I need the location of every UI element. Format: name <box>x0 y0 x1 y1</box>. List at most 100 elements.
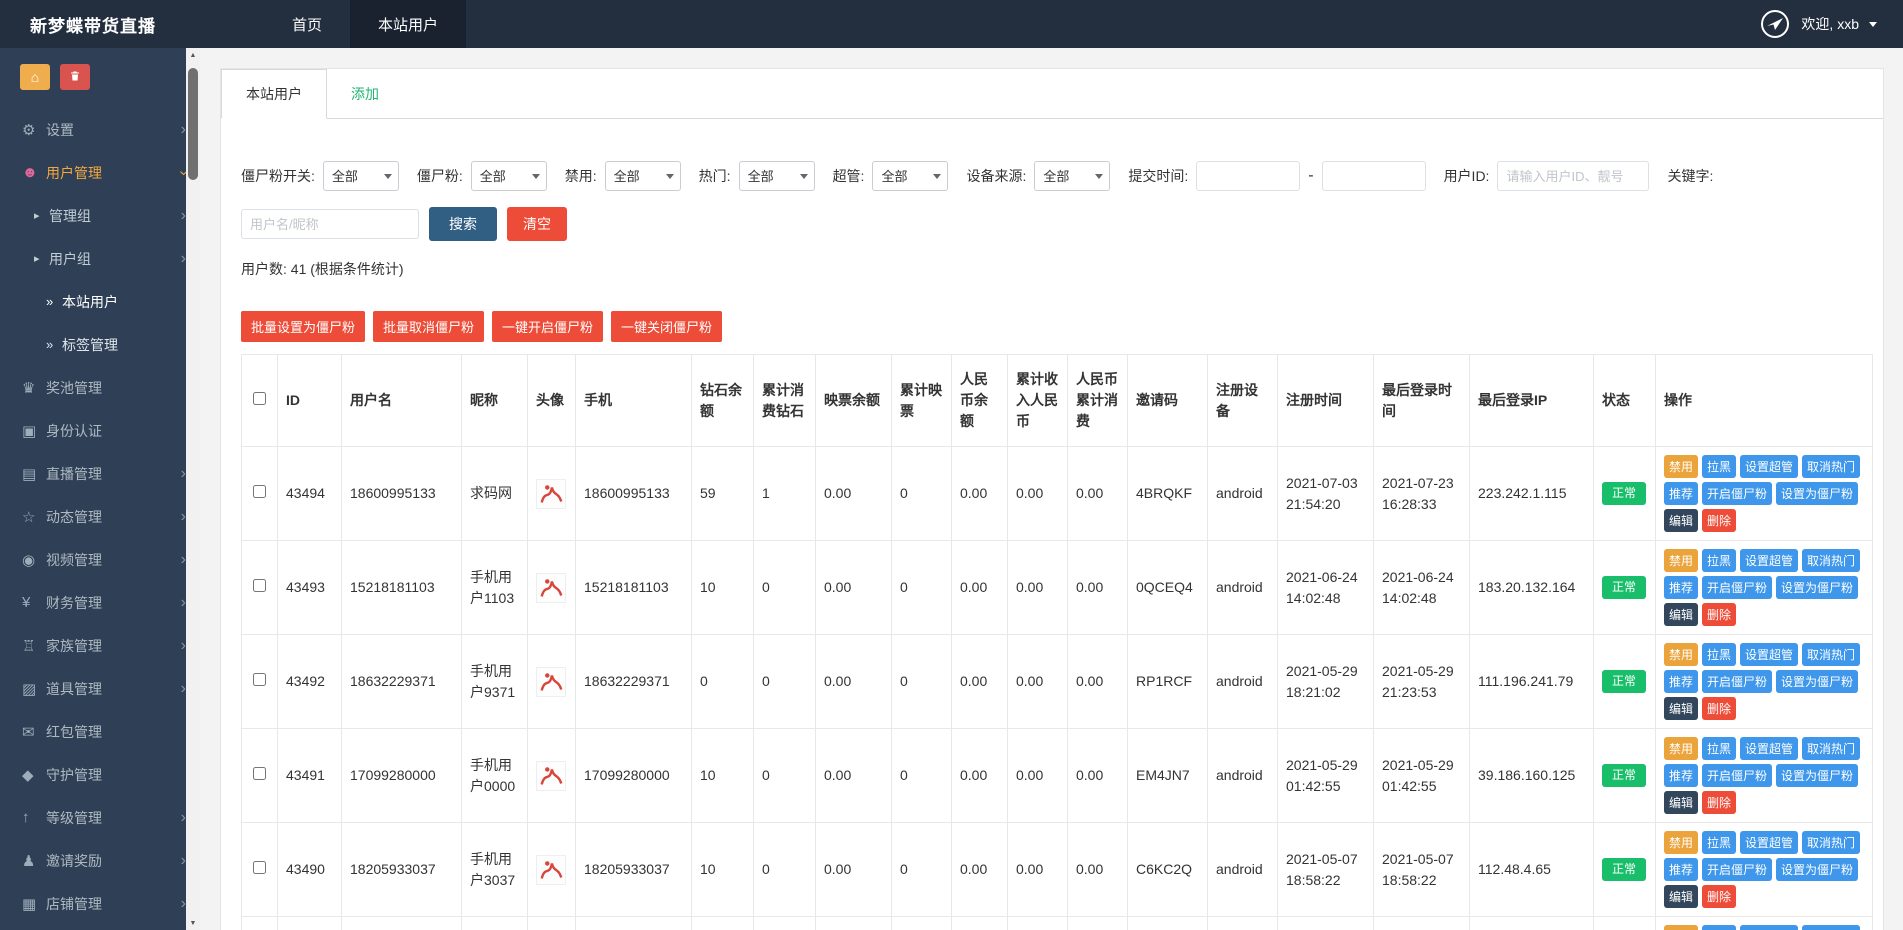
disable-button[interactable]: 禁用 <box>1664 925 1698 930</box>
cancel-hot-button[interactable]: 取消热门 <box>1802 925 1860 930</box>
set-zombie-fan-button[interactable]: 设置为僵尸粉 <box>1776 670 1858 693</box>
blacklist-button[interactable]: 拉黑 <box>1702 455 1736 478</box>
blacklist-button[interactable]: 拉黑 <box>1702 643 1736 666</box>
sidebar-item-family-management[interactable]: ♖家族管理› <box>0 624 200 667</box>
sidebar-item-settings[interactable]: ⚙设置› <box>0 108 200 151</box>
disable-button[interactable]: 禁用 <box>1664 643 1698 666</box>
select-all-checkbox[interactable] <box>253 392 266 405</box>
sidebar-item-shop-management[interactable]: ▦店铺管理› <box>0 882 200 925</box>
sidebar-item-invite-reward[interactable]: ♟邀请奖励› <box>0 839 200 882</box>
disable-button[interactable]: 禁用 <box>1664 549 1698 572</box>
blacklist-button[interactable]: 拉黑 <box>1702 549 1736 572</box>
enable-zombie-fan-button[interactable]: 开启僵尸粉 <box>1702 482 1772 505</box>
batch-button-2[interactable]: 批量取消僵尸粉 <box>373 311 484 342</box>
home-button[interactable]: ⌂ <box>20 64 50 90</box>
sidebar-item-prize-pool[interactable]: ♛奖池管理 <box>0 366 200 409</box>
sidebar-item-red-packet-management[interactable]: ✉红包管理 <box>0 710 200 753</box>
set-superadmin-button[interactable]: 设置超管 <box>1740 549 1798 572</box>
scroll-down-icon[interactable]: ▼ <box>186 916 200 930</box>
time-end-input[interactable] <box>1322 161 1426 191</box>
cancel-hot-button[interactable]: 取消热门 <box>1802 455 1860 478</box>
edit-button[interactable]: 编辑 <box>1664 885 1698 908</box>
batch-button-4[interactable]: 一键关闭僵尸粉 <box>611 311 722 342</box>
hot-filter-select[interactable]: 全部 <box>739 161 815 191</box>
sidebar-item-level-management[interactable]: ↑等级管理› <box>0 796 200 839</box>
set-zombie-fan-button[interactable]: 设置为僵尸粉 <box>1776 764 1858 787</box>
superadmin-filter-select[interactable]: 全部 <box>872 161 948 191</box>
zombie-fan-switch-select[interactable]: 全部 <box>323 161 399 191</box>
time-start-input[interactable] <box>1196 161 1300 191</box>
set-superadmin-button[interactable]: 设置超管 <box>1740 455 1798 478</box>
recommend-button[interactable]: 推荐 <box>1664 858 1698 881</box>
row-checkbox[interactable] <box>253 579 266 592</box>
sidebar-item-user-group[interactable]: ▸用户组› <box>0 237 200 280</box>
blacklist-button[interactable]: 拉黑 <box>1702 831 1736 854</box>
top-nav-site-users[interactable]: 本站用户 <box>350 0 466 48</box>
sidebar-item-feed-management[interactable]: ☆动态管理› <box>0 495 200 538</box>
recommend-button[interactable]: 推荐 <box>1664 670 1698 693</box>
row-checkbox[interactable] <box>253 767 266 780</box>
set-superadmin-button[interactable]: 设置超管 <box>1740 737 1798 760</box>
blacklist-button[interactable]: 拉黑 <box>1702 737 1736 760</box>
sidebar-item-props-management[interactable]: ▨道具管理› <box>0 667 200 710</box>
blacklist-button[interactable]: 拉黑 <box>1702 925 1736 930</box>
trash-button[interactable] <box>60 64 90 90</box>
sidebar-item-video-management[interactable]: ◉视频管理› <box>0 538 200 581</box>
set-superadmin-button[interactable]: 设置超管 <box>1740 831 1798 854</box>
zombie-fan-select[interactable]: 全部 <box>471 161 547 191</box>
sidebar-scrollbar[interactable]: ▲ ▼ <box>186 48 200 930</box>
search-button[interactable]: 搜索 <box>429 207 497 241</box>
set-superadmin-button[interactable]: 设置超管 <box>1740 925 1798 930</box>
user-id-input[interactable] <box>1497 161 1649 191</box>
scroll-up-icon[interactable]: ▲ <box>186 48 200 62</box>
cancel-hot-button[interactable]: 取消热门 <box>1802 549 1860 572</box>
delete-button[interactable]: 删除 <box>1702 697 1736 720</box>
scrollbar-thumb[interactable] <box>188 68 198 180</box>
sidebar-item-user-management[interactable]: ☻用户管理› <box>0 151 200 194</box>
sidebar-item-site-users[interactable]: »本站用户 <box>0 280 200 323</box>
device-source-select[interactable]: 全部 <box>1034 161 1110 191</box>
cancel-hot-button[interactable]: 取消热门 <box>1802 831 1860 854</box>
delete-button[interactable]: 删除 <box>1702 885 1736 908</box>
set-zombie-fan-button[interactable]: 设置为僵尸粉 <box>1776 576 1858 599</box>
disable-button[interactable]: 禁用 <box>1664 455 1698 478</box>
sidebar-item-admin-group[interactable]: ▸管理组› <box>0 194 200 237</box>
delete-button[interactable]: 删除 <box>1702 791 1736 814</box>
recommend-button[interactable]: 推荐 <box>1664 764 1698 787</box>
tab-add[interactable]: 添加 <box>327 70 403 118</box>
tab-site-users[interactable]: 本站用户 <box>221 69 327 119</box>
batch-button-3[interactable]: 一键开启僵尸粉 <box>492 311 603 342</box>
recommend-button[interactable]: 推荐 <box>1664 576 1698 599</box>
delete-button[interactable]: 删除 <box>1702 603 1736 626</box>
delete-button[interactable]: 删除 <box>1702 509 1736 532</box>
sidebar-item-guardian-management[interactable]: ◆守护管理 <box>0 753 200 796</box>
enable-zombie-fan-button[interactable]: 开启僵尸粉 <box>1702 858 1772 881</box>
edit-button[interactable]: 编辑 <box>1664 509 1698 532</box>
sidebar-item-live-management[interactable]: ▤直播管理› <box>0 452 200 495</box>
clear-button[interactable]: 清空 <box>507 207 567 241</box>
sidebar-item-tag-management[interactable]: »标签管理 <box>0 323 200 366</box>
disable-button[interactable]: 禁用 <box>1664 831 1698 854</box>
set-zombie-fan-button[interactable]: 设置为僵尸粉 <box>1776 858 1858 881</box>
disabled-filter-select[interactable]: 全部 <box>605 161 681 191</box>
keyword-input[interactable] <box>241 209 419 239</box>
disable-button[interactable]: 禁用 <box>1664 737 1698 760</box>
user-menu[interactable]: 欢迎, xxb <box>1759 0 1903 48</box>
set-superadmin-button[interactable]: 设置超管 <box>1740 643 1798 666</box>
cancel-hot-button[interactable]: 取消热门 <box>1802 737 1860 760</box>
edit-button[interactable]: 编辑 <box>1664 791 1698 814</box>
enable-zombie-fan-button[interactable]: 开启僵尸粉 <box>1702 576 1772 599</box>
cancel-hot-button[interactable]: 取消热门 <box>1802 643 1860 666</box>
enable-zombie-fan-button[interactable]: 开启僵尸粉 <box>1702 670 1772 693</box>
row-checkbox[interactable] <box>253 861 266 874</box>
sidebar-item-finance-management[interactable]: ¥财务管理› <box>0 581 200 624</box>
batch-button-1[interactable]: 批量设置为僵尸粉 <box>241 311 365 342</box>
sidebar-item-identity-auth[interactable]: ▣身份认证 <box>0 409 200 452</box>
enable-zombie-fan-button[interactable]: 开启僵尸粉 <box>1702 764 1772 787</box>
edit-button[interactable]: 编辑 <box>1664 697 1698 720</box>
recommend-button[interactable]: 推荐 <box>1664 482 1698 505</box>
globe-plane-icon[interactable] <box>1759 8 1791 40</box>
row-checkbox[interactable] <box>253 485 266 498</box>
row-checkbox[interactable] <box>253 673 266 686</box>
edit-button[interactable]: 编辑 <box>1664 603 1698 626</box>
